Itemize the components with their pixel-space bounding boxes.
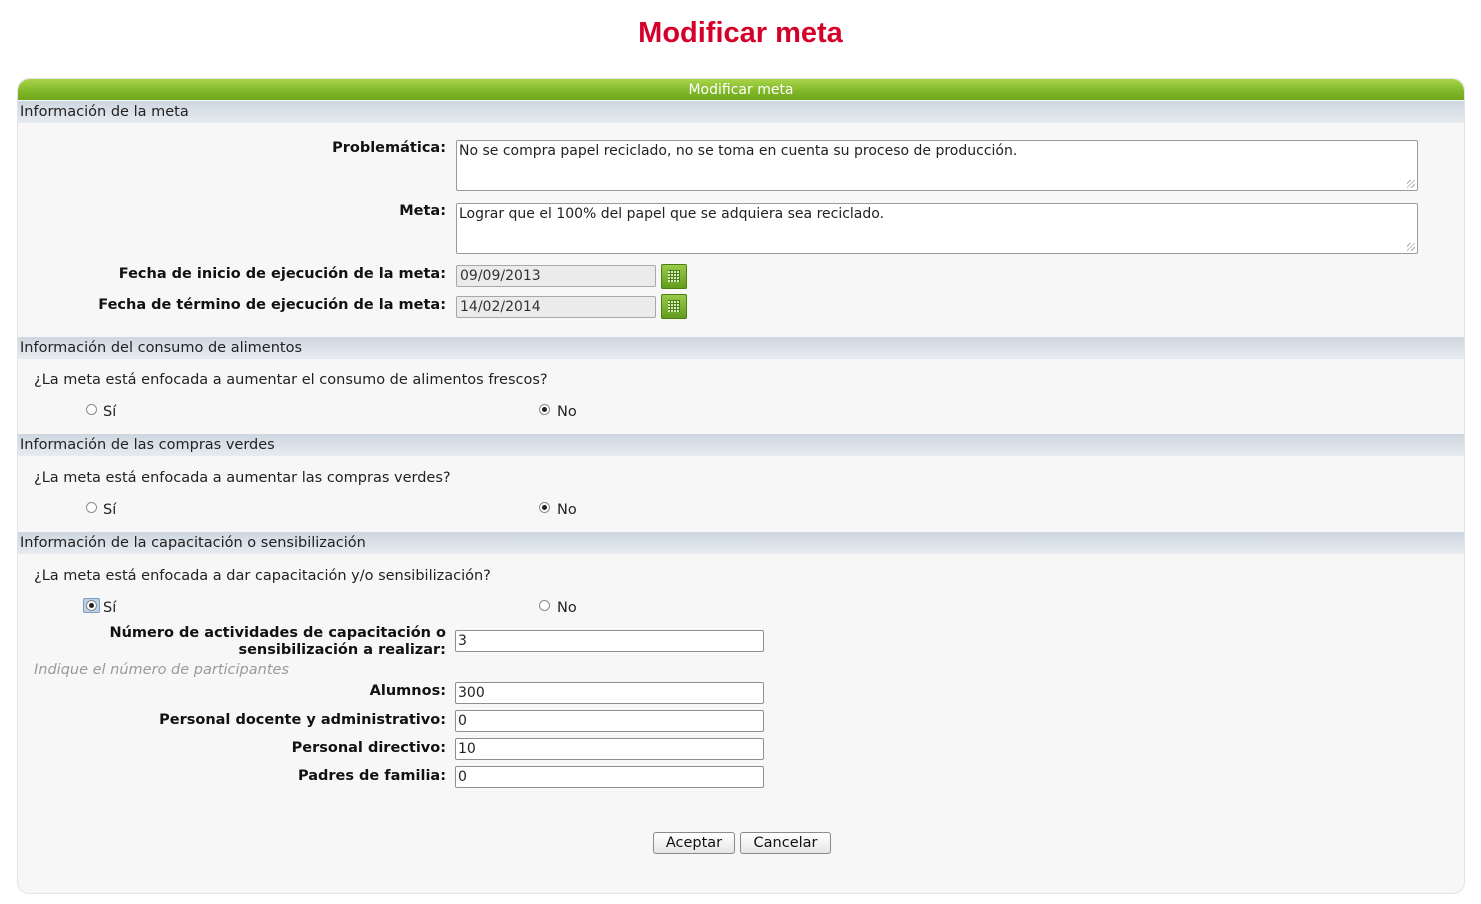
accept-button[interactable]: Aceptar <box>653 832 735 854</box>
section-meta-info: Información de la meta <box>18 101 1464 123</box>
meta-value: Lograr que el 100% del papel que se adqu… <box>459 206 885 222</box>
green-yes-label: Sí <box>103 502 117 518</box>
problematica-textarea[interactable]: No se compra papel reciclado, no se toma… <box>456 140 1418 191</box>
food-yes-label: Sí <box>103 404 117 420</box>
training-no-label: No <box>557 600 577 616</box>
alumnos-label: Alumnos: <box>369 683 446 699</box>
calendar-icon <box>668 270 680 282</box>
cancel-button[interactable]: Cancelar <box>740 832 831 854</box>
form-panel: Modificar meta Información de la meta Pr… <box>17 78 1465 894</box>
panel-header: Modificar meta <box>18 79 1464 100</box>
green-question: ¿La meta está enfocada a aumentar las co… <box>34 470 451 486</box>
calendar-icon <box>668 300 680 312</box>
resize-grip-icon[interactable] <box>1407 180 1415 188</box>
directivo-label: Personal directivo: <box>291 740 446 756</box>
green-yes-radio[interactable] <box>86 502 97 513</box>
participants-hint: Indique el número de participantes <box>34 662 289 678</box>
activities-input[interactable]: 3 <box>455 630 764 652</box>
docente-input[interactable]: 0 <box>455 710 764 732</box>
food-no-label: No <box>557 404 577 420</box>
green-no-radio[interactable] <box>539 502 550 513</box>
start-date-label: Fecha de inicio de ejecución de la meta: <box>118 266 446 282</box>
food-yes-radio[interactable] <box>86 404 97 415</box>
meta-textarea[interactable]: Lograr que el 100% del papel que se adqu… <box>456 203 1418 254</box>
page-title: Modificar meta <box>638 17 843 49</box>
problematica-value: No se compra papel reciclado, no se toma… <box>459 143 1018 159</box>
end-date-label: Fecha de término de ejecución de la meta… <box>98 297 446 313</box>
training-question: ¿La meta está enfocada a dar capacitació… <box>34 568 491 584</box>
end-date-field[interactable]: 14/02/2014 <box>456 296 656 318</box>
training-no-radio[interactable] <box>539 600 550 611</box>
section-food: Información del consumo de alimentos <box>18 337 1464 359</box>
padres-label: Padres de familia: <box>297 768 446 784</box>
training-yes-label: Sí <box>103 600 117 616</box>
activities-label-line2: sensibilización a realizar: <box>238 642 446 658</box>
problematica-label: Problemática: <box>332 140 446 156</box>
padres-input[interactable]: 0 <box>455 766 764 788</box>
start-date-calendar-button[interactable] <box>661 264 687 289</box>
food-question: ¿La meta está enfocada a aumentar el con… <box>34 372 548 388</box>
start-date-field[interactable]: 09/09/2013 <box>456 265 656 287</box>
section-green: Información de las compras verdes <box>18 434 1464 456</box>
green-no-label: No <box>557 502 577 518</box>
food-no-radio[interactable] <box>539 404 550 415</box>
meta-label: Meta: <box>399 203 446 219</box>
end-date-calendar-button[interactable] <box>661 294 687 319</box>
docente-label: Personal docente y administrativo: <box>159 712 446 728</box>
resize-grip-icon[interactable] <box>1407 243 1415 251</box>
alumnos-input[interactable]: 300 <box>455 682 764 704</box>
activities-label-line1: Número de actividades de capacitación o <box>109 625 446 641</box>
directivo-input[interactable]: 10 <box>455 738 764 760</box>
activities-label: Número de actividades de capacitación o … <box>109 625 446 659</box>
training-yes-radio[interactable] <box>86 600 97 611</box>
section-training: Información de la capacitación o sensibi… <box>18 532 1464 554</box>
